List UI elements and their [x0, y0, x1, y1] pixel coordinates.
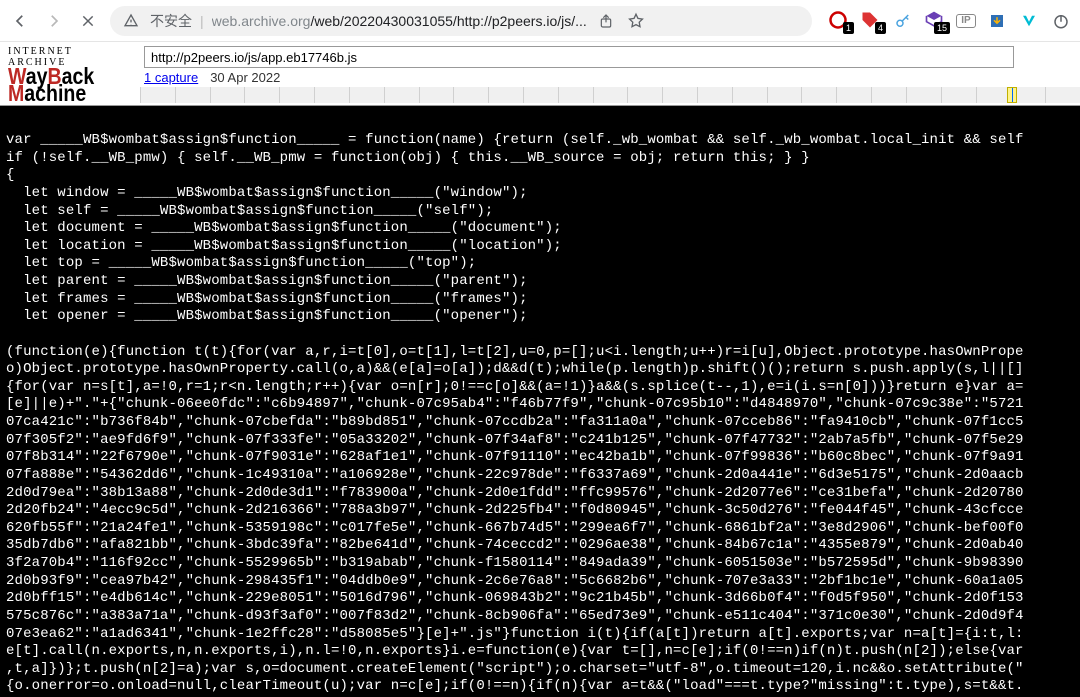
url-text: web.archive.org/web/20220430031055/http:…: [212, 13, 587, 29]
ext-icon-v[interactable]: [1018, 10, 1040, 32]
share-icon[interactable]: [595, 10, 617, 32]
stop-button[interactable]: [76, 9, 100, 33]
ext-icon-download[interactable]: [986, 10, 1008, 32]
timeline-marker[interactable]: [1007, 87, 1017, 103]
wayback-bar: INTERNET ARCHIVE WayBackMachine 1 captur…: [0, 42, 1080, 106]
wayback-url-input[interactable]: [144, 46, 1014, 68]
ext-icon-key[interactable]: [892, 10, 914, 32]
separator: |: [200, 13, 204, 29]
wayback-logo[interactable]: INTERNET ARCHIVE WayBackMachine: [0, 42, 140, 105]
timeline[interactable]: [140, 87, 1080, 103]
ext-icon-tag[interactable]: 4: [860, 10, 882, 32]
star-icon[interactable]: [625, 10, 647, 32]
capture-date: 30 Apr 2022: [210, 70, 280, 85]
extensions-group: 1 4 15 IP: [822, 10, 1072, 32]
back-button[interactable]: [8, 9, 32, 33]
wayback-right: 1 capture 30 Apr 2022: [140, 42, 1080, 105]
not-secure-icon: [120, 10, 142, 32]
ext-icon-ip[interactable]: IP: [956, 14, 976, 28]
wayback-logo-main: WayBackMachine: [8, 68, 113, 101]
captures-link[interactable]: 1 capture: [144, 70, 198, 85]
address-bar[interactable]: 不安全 | web.archive.org/web/20220430031055…: [110, 6, 812, 36]
forward-button[interactable]: [42, 9, 66, 33]
not-secure-label: 不安全: [150, 11, 192, 31]
ext-icon-purple[interactable]: 15: [924, 10, 946, 32]
ext-icon-red[interactable]: 1: [828, 10, 850, 32]
browser-toolbar: 不安全 | web.archive.org/web/20220430031055…: [0, 0, 1080, 42]
code-content: var _____WB$wombat$assign$function_____ …: [0, 106, 1080, 697]
ext-icon-power[interactable]: [1050, 10, 1072, 32]
